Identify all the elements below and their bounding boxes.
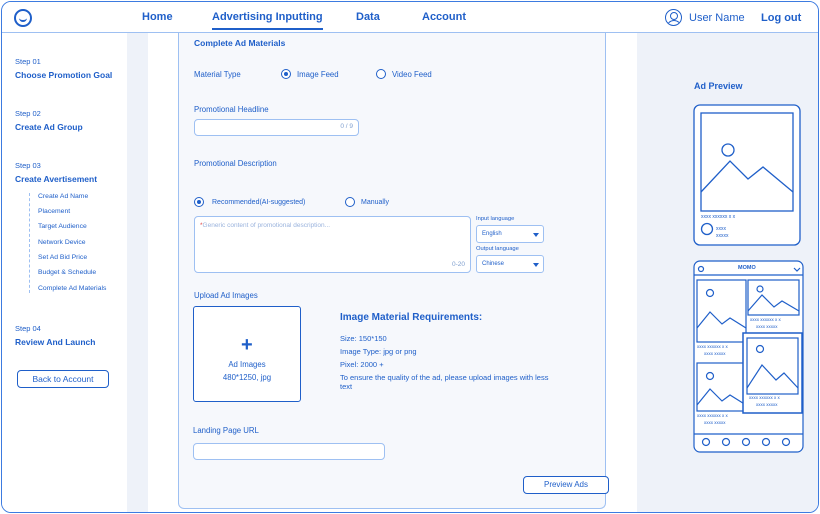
recommended-radio[interactable] [194,197,204,207]
upload-label: Upload Ad Images [194,291,258,300]
logout-link[interactable]: Log out [761,12,801,24]
description-textarea[interactable]: *Generic content of promotional descript… [194,216,471,273]
step-number: Step 02 [15,109,41,118]
step-title[interactable]: Review And Launch [15,337,95,347]
chevron-down-icon [533,263,539,267]
recommended-label[interactable]: Recommended(AI-suggested) [212,199,305,206]
preview-card-caption: xxxx xxxxxx x x [701,214,736,220]
feed-caption: xxxx xxxxxx x x [697,344,728,349]
feed-caption: xxxx xxxxxx x x [750,317,781,322]
user-avatar-icon[interactable] [665,9,682,26]
substep-item[interactable]: Placement [38,208,70,215]
ad-materials-form: Complete Ad Materials Material Type Imag… [178,33,606,509]
nav-advertising-inputting[interactable]: Advertising Inputting [212,11,323,30]
material-type-label: Material Type [194,70,241,79]
feed-sub: xxxx xxxxx [704,351,726,356]
requirement-note: To ensure the quality of the ad, please … [340,373,549,391]
feed-caption: xxxx xxxxxx x x [697,413,728,418]
content-card: Complete Ad Materials Material Type Imag… [148,33,637,512]
output-language-label: Output language [476,246,519,252]
app-logo-icon[interactable] [14,9,32,27]
step-number: Step 01 [15,57,41,66]
feed-title: MOMO [738,265,756,271]
headline-label: Promotional Headline [194,105,269,114]
nav-data[interactable]: Data [356,11,380,23]
ad-preview-graphics [693,104,804,453]
substep-list: Create Ad Name Placement Target Audience… [29,193,124,293]
headline-input[interactable]: 0 / 9 [194,119,359,136]
landing-url-input[interactable] [193,443,385,460]
manually-radio[interactable] [345,197,355,207]
substep-item[interactable]: Network Device [38,239,86,246]
section-title: Complete Ad Materials [194,38,286,48]
substep-item[interactable]: Budget & Schedule [38,269,96,276]
description-label: Promotional Description [194,159,277,168]
step-title[interactable]: Choose Promotion Goal [15,70,112,80]
preview-ads-button[interactable]: Preview Ads [523,476,609,494]
substep-item[interactable]: Set Ad Bid Price [38,254,87,261]
description-char-count: 0-20 [451,261,465,268]
input-language-value: English [482,231,502,237]
substep-item-active[interactable]: Complete Ad Materials [38,285,106,292]
substep-item[interactable]: Target Audience [38,223,87,230]
chevron-down-icon [533,233,539,237]
upload-image-box[interactable]: + Ad Images 480*1250, jpg [193,306,301,402]
feed-sub: xxxx xxxxx [756,324,778,329]
phone-preview-single [693,104,801,246]
nav-account[interactable]: Account [422,11,466,23]
input-language-select[interactable]: English [476,225,544,243]
manually-label[interactable]: Manually [361,199,389,206]
top-navigation: Home Advertising Inputting Data Account … [2,2,818,33]
step-number: Step 03 [15,161,41,170]
ad-preview-panel: Ad Preview xxxx xxxxxx x x xxxx xxxxx MO… [670,33,818,512]
image-feed-label[interactable]: Image Feed [297,70,339,79]
upload-box-size: 480*1250, jpg [222,373,272,382]
feed-sub: xxxx xxxxx [756,402,778,407]
requirement-type: Image Type: jpg or png [340,347,417,356]
app-window: Home Advertising Inputting Data Account … [1,1,819,513]
main-content: Complete Ad Materials Material Type Imag… [127,33,670,512]
step-title[interactable]: Create Ad Group [15,122,83,132]
video-feed-label[interactable]: Video Feed [392,70,432,79]
feed-sub: xxxx xxxxx [704,420,726,425]
preview-card-sub1: xxxx [716,226,726,232]
nav-home[interactable]: Home [142,11,173,23]
input-language-label: Input language [476,216,515,222]
preview-card-sub2: xxxxx [716,233,729,239]
video-feed-radio[interactable] [376,69,386,79]
steps-sidebar: Step 01 Choose Promotion Goal Step 02 Cr… [2,33,127,512]
output-language-select[interactable]: Chinese [476,255,544,273]
substep-item[interactable]: Create Ad Name [38,193,88,200]
requirements-title: Image Material Requirements: [340,312,483,323]
description-placeholder: *Generic content of promotional descript… [200,222,331,229]
image-feed-radio[interactable] [281,69,291,79]
landing-url-label: Landing Page URL [193,426,259,435]
user-name[interactable]: User Name [689,12,745,24]
output-language-value: Chinese [482,261,505,267]
requirement-pixel: Pixel: 2000 + [340,360,384,369]
plus-icon: + [241,334,253,356]
back-to-account-button[interactable]: Back to Account [17,370,109,388]
step-number: Step 04 [15,324,41,333]
step-title[interactable]: Create Avertisement [15,174,97,184]
upload-box-title: Ad Images [228,360,266,369]
feed-caption: xxxx xxxxxx x x [749,395,780,400]
requirement-size: Size: 150*150 [340,334,387,343]
headline-char-count: 0 / 9 [340,123,353,130]
